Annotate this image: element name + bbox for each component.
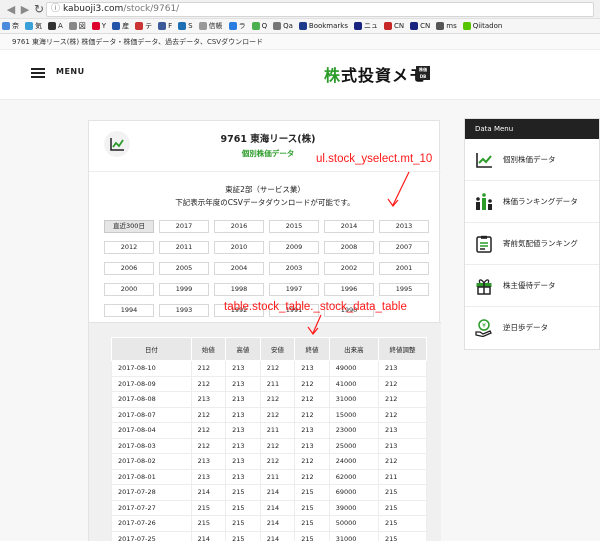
annotation-arrows: [307, 171, 410, 335]
arrow-table: [312, 314, 322, 334]
arrow-yselect: [392, 171, 410, 206]
